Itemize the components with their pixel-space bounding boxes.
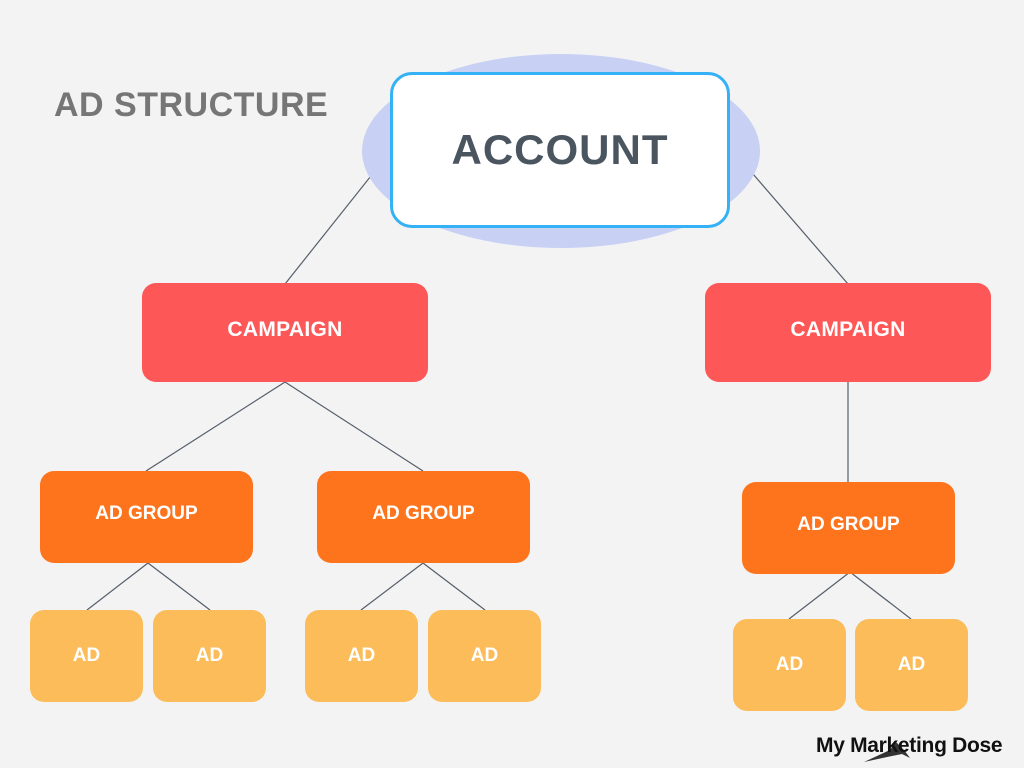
ad-node: AD xyxy=(428,610,541,702)
ad-node: AD xyxy=(305,610,418,702)
ad-node: AD xyxy=(855,619,968,711)
ad-node: AD xyxy=(153,610,266,702)
connector-adgroup1-ad1 xyxy=(86,562,149,611)
connector-adgroup2-ad3 xyxy=(360,562,424,611)
brand-mountain-icon xyxy=(864,742,910,762)
connector-adgroup2-ad4 xyxy=(422,562,486,611)
connector-campaign1-adgroup2 xyxy=(284,381,424,472)
connector-adgroup3-ad5 xyxy=(788,571,851,620)
campaign-node: CAMPAIGN xyxy=(705,283,991,382)
connector-campaign1-adgroup1 xyxy=(145,381,286,472)
ad-group-node: AD GROUP xyxy=(317,471,530,563)
campaign-node: CAMPAIGN xyxy=(142,283,428,382)
connector-adgroup3-ad6 xyxy=(849,571,912,620)
ad-node: AD xyxy=(30,610,143,702)
ad-group-node: AD GROUP xyxy=(40,471,253,563)
ad-node: AD xyxy=(733,619,846,711)
ad-group-node: AD GROUP xyxy=(742,482,955,574)
connector-adgroup1-ad2 xyxy=(147,562,211,611)
account-node: ACCOUNT xyxy=(390,72,730,228)
page-title: AD STRUCTURE xyxy=(54,86,329,124)
